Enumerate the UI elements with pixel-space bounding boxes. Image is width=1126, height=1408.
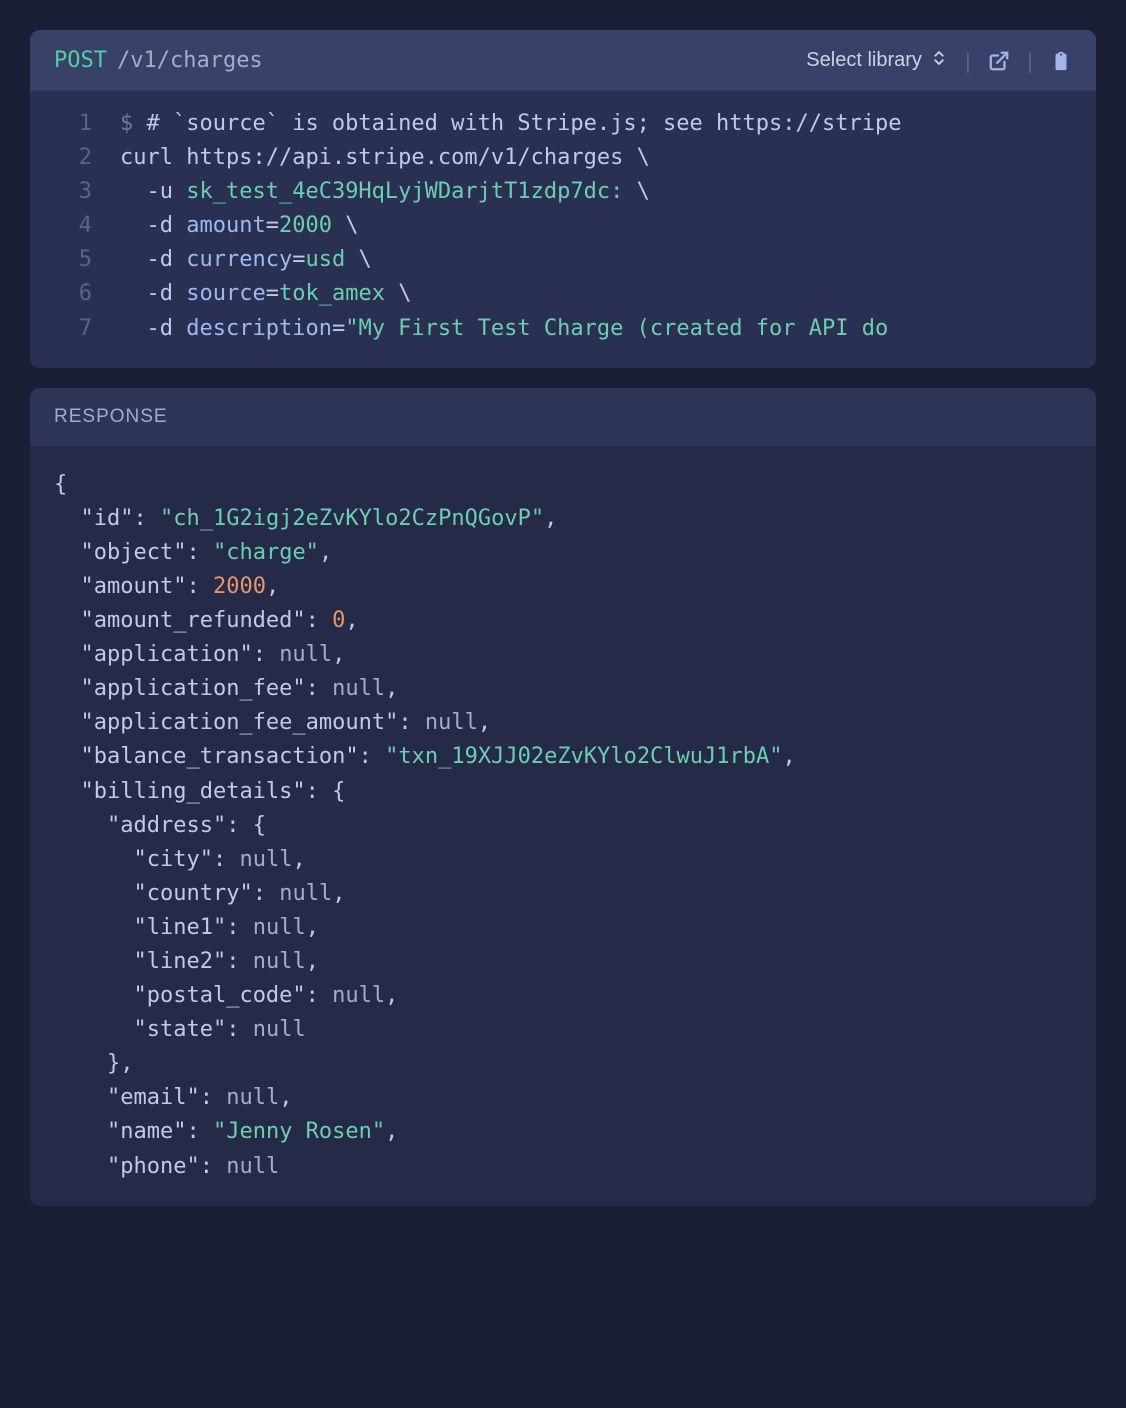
request-code: 1$ # `source` is obtained with Stripe.js…	[30, 91, 1096, 368]
chevron-up-down-icon	[930, 49, 948, 73]
endpoint: POST /v1/charges	[54, 48, 263, 73]
copy-button[interactable]	[1050, 50, 1072, 72]
code-line: 3 -u sk_test_4eC39HqLyjWDarjtT1zdp7dc: \	[30, 175, 1096, 209]
code-text: -d currency=usd \	[120, 243, 372, 277]
external-link-icon	[988, 50, 1010, 72]
response-panel: RESPONSE { "id": "ch_1G2igj2eZvKYlo2CzPn…	[30, 388, 1096, 1206]
code-line: 6 -d source=tok_amex \	[30, 277, 1096, 311]
code-text: -d source=tok_amex \	[120, 277, 411, 311]
code-text: -u sk_test_4eC39HqLyjWDarjtT1zdp7dc: \	[120, 175, 650, 209]
http-method: POST	[54, 48, 107, 73]
request-panel: POST /v1/charges Select library | | 1$ #…	[30, 30, 1096, 368]
code-text: -d description="My First Test Charge (cr…	[120, 312, 888, 346]
response-json: { "id": "ch_1G2igj2eZvKYlo2CzPnQGovP", "…	[54, 468, 1072, 1184]
http-path: /v1/charges	[117, 48, 263, 73]
line-number: 5	[30, 243, 120, 277]
external-link-button[interactable]	[988, 50, 1010, 72]
line-number: 7	[30, 312, 120, 346]
code-line: 2curl https://api.stripe.com/v1/charges …	[30, 141, 1096, 175]
code-text: $ # `source` is obtained with Stripe.js;…	[120, 107, 901, 141]
response-body: { "id": "ch_1G2igj2eZvKYlo2CzPnQGovP", "…	[30, 446, 1096, 1206]
separator: |	[962, 49, 974, 73]
select-library-dropdown[interactable]: Select library	[806, 49, 948, 73]
code-line: 1$ # `source` is obtained with Stripe.js…	[30, 107, 1096, 141]
line-number: 2	[30, 141, 120, 175]
code-line: 7 -d description="My First Test Charge (…	[30, 312, 1096, 346]
line-number: 1	[30, 107, 120, 141]
line-number: 3	[30, 175, 120, 209]
select-library-label: Select library	[806, 49, 922, 72]
code-text: -d amount=2000 \	[120, 209, 358, 243]
response-header: RESPONSE	[30, 388, 1096, 446]
code-line: 4 -d amount=2000 \	[30, 209, 1096, 243]
code-line: 5 -d currency=usd \	[30, 243, 1096, 277]
clipboard-icon	[1050, 50, 1072, 72]
code-text: curl https://api.stripe.com/v1/charges \	[120, 141, 650, 175]
separator: |	[1024, 49, 1036, 73]
header-actions: Select library | |	[806, 49, 1072, 73]
request-header: POST /v1/charges Select library | |	[30, 30, 1096, 91]
line-number: 4	[30, 209, 120, 243]
line-number: 6	[30, 277, 120, 311]
